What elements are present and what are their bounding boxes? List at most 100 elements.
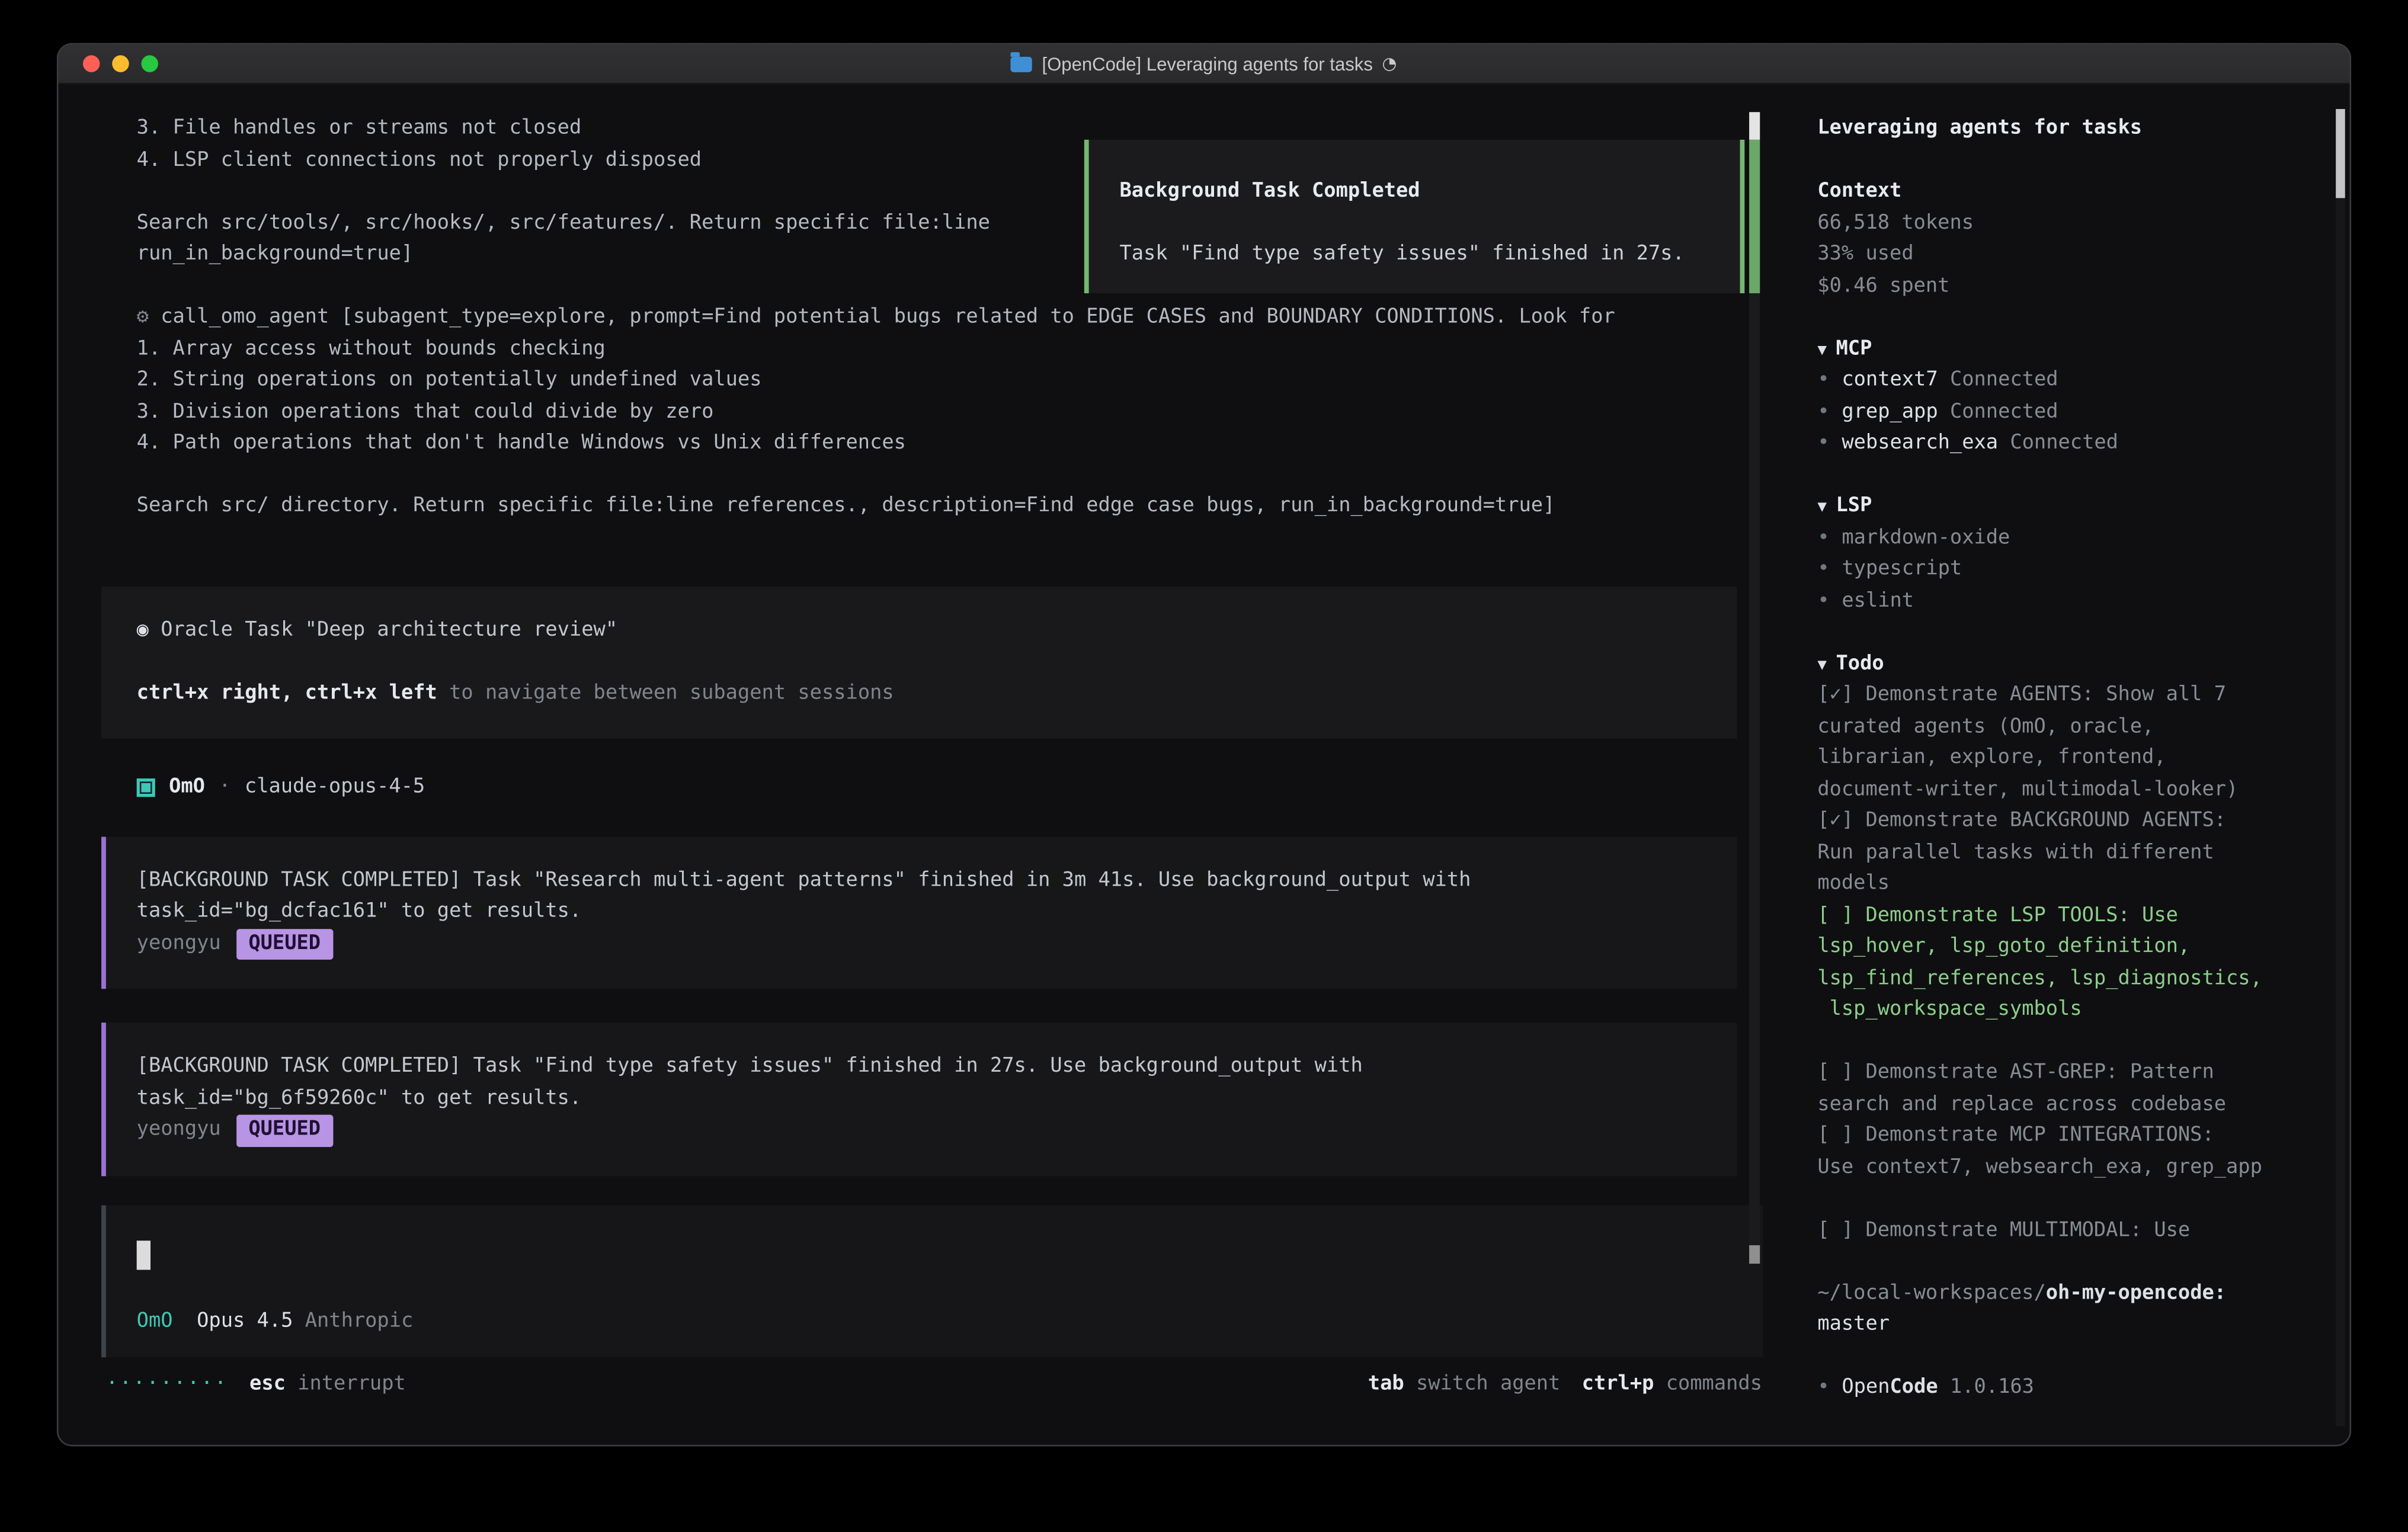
mcp-heading: MCP — [1836, 337, 1872, 360]
mcp-section-header[interactable]: ▼MCP — [1817, 334, 2328, 366]
desktop: [OpenCode] Leveraging agents for tasks ◔… — [0, 0, 2408, 1532]
mcp-name: grep_app — [1842, 400, 1938, 423]
toast-body: Task "Find type safety issues" finished … — [1119, 239, 1715, 271]
workspace-path: ~/local-workspaces/oh-my-opencode: — [1817, 1278, 2328, 1310]
context-spent: $0.46 spent — [1817, 271, 2328, 302]
queued-badge: QUEUED — [236, 928, 333, 960]
todo-heading: Todo — [1836, 652, 1884, 675]
app-name-regular: Open — [1842, 1376, 1890, 1399]
oracle-hint: to navigate between subagent sessions — [437, 681, 894, 704]
bullet-icon: • — [1817, 400, 1829, 423]
scrollbar-thumb[interactable] — [2336, 109, 2345, 198]
message-meta: yeongyu QUEUED — [137, 928, 1737, 960]
tool-call-item: 4. Path operations that don't handle Win… — [137, 428, 1792, 460]
separator-dot: · — [219, 773, 230, 804]
input-line[interactable] — [137, 1240, 1763, 1274]
window-title: [OpenCode] Leveraging agents for tasks — [1042, 53, 1372, 74]
background-task-message: [BACKGROUND TASK COMPLETED] Task "Find t… — [101, 1023, 1737, 1175]
window-content: 3. File handles or streams not closed 4.… — [58, 85, 2349, 1447]
workspace-path-prefix: ~/local-workspaces/ — [1817, 1281, 2045, 1305]
oracle-hint-line: ctrl+x right, ctrl+x left to navigate be… — [137, 678, 1737, 709]
tab-key-hint: tab — [1368, 1373, 1404, 1396]
lsp-name: eslint — [1842, 589, 1914, 612]
tool-call-header: ⚙ call_omo_agent [subagent_type=explore,… — [137, 303, 1792, 334]
folder-icon — [1011, 56, 1033, 72]
mcp-item: •grep_app Connected — [1817, 397, 2328, 428]
progress-circle-icon: ◔ — [1382, 54, 1397, 74]
gear-icon: ⚙ — [137, 306, 149, 329]
mcp-item: •context7 Connected — [1817, 366, 2328, 397]
lsp-item: •markdown-oxide — [1817, 523, 2328, 555]
workspace-branch: master — [1817, 1310, 2328, 1341]
mcp-name: context7 — [1842, 368, 1938, 392]
queued-badge: QUEUED — [236, 1115, 333, 1146]
oracle-keybinding: ctrl+x right, ctrl+x left — [137, 681, 437, 704]
tool-call-text: call_omo_agent [subagent_type=explore, p… — [161, 306, 1615, 329]
message-author: yeongyu — [137, 931, 221, 954]
mcp-status: Connected — [1938, 368, 2058, 392]
status-left: ·········esc interrupt — [106, 1370, 406, 1401]
todo-item-done: [✓] Demonstrate BACKGROUND AGENTS: Run p… — [1817, 806, 2328, 900]
text-cursor — [137, 1240, 150, 1269]
lsp-name: markdown-oxide — [1842, 526, 2010, 549]
message-line: [BACKGROUND TASK COMPLETED] Task "Find t… — [137, 1052, 1737, 1083]
lsp-item: •typescript — [1817, 555, 2328, 586]
session-title: Leveraging agents for tasks — [1817, 114, 2328, 145]
todo-item-active: [ ] Demonstrate LSP TOOLS: Use lsp_hover… — [1817, 900, 2328, 1027]
spinner-dots: ········· — [106, 1373, 228, 1396]
mcp-status: Connected — [1998, 431, 2118, 454]
chevron-down-icon: ▼ — [1817, 499, 1827, 516]
scrollbar-thumb[interactable] — [1749, 112, 1760, 140]
context-used: 33% used — [1817, 239, 2328, 271]
agent-header: OmO · claude-opus-4-5 — [137, 773, 1792, 804]
message-line: task_id="bg_6f59260c" to get results. — [137, 1084, 1737, 1115]
terminal-scrollbar[interactable] — [1749, 112, 1760, 1264]
ctrlp-key-hint: ctrl+p — [1582, 1373, 1654, 1396]
traffic-lights — [58, 55, 158, 72]
minimize-button[interactable] — [112, 55, 129, 72]
todo-section-header[interactable]: ▼ Todo — [1817, 649, 2328, 680]
record-icon: ◉ — [137, 618, 149, 641]
tool-call-item: 2. String operations on potentially unde… — [137, 366, 1792, 397]
agent-name: OmO — [169, 773, 205, 804]
blank-line — [58, 460, 1791, 491]
lsp-name: typescript — [1842, 557, 1962, 581]
chevron-down-icon: ▼ — [1817, 656, 1827, 674]
context-heading: Context — [1817, 177, 2328, 208]
tool-call-footer: Search src/ directory. Return specific f… — [137, 491, 1792, 523]
bullet-icon: • — [1817, 431, 1829, 454]
window-title-area: [OpenCode] Leveraging agents for tasks ◔ — [58, 44, 2349, 83]
message-author: yeongyu — [137, 1118, 221, 1141]
oracle-title-line: ◉ Oracle Task "Deep architecture review" — [137, 615, 1737, 646]
context-tokens: 66,518 tokens — [1817, 208, 2328, 239]
zoom-button[interactable] — [141, 55, 158, 72]
sidebar: Leveraging agents for tasks Context 66,5… — [1791, 85, 2349, 1447]
scrollbar-thumb-bottom[interactable] — [1749, 1245, 1760, 1264]
agent-model: claude-opus-4-5 — [245, 773, 425, 804]
status-bar: ·········esc interrupt tab switch agent c… — [106, 1370, 1762, 1401]
tab-key-label: switch agent — [1404, 1373, 1561, 1396]
terminal-panel: 3. File handles or streams not closed 4.… — [58, 85, 1791, 1447]
mcp-name: websearch_exa — [1842, 431, 1998, 454]
app-name-bold: Code — [1890, 1376, 1938, 1399]
lsp-heading: LSP — [1836, 495, 1872, 518]
todo-item-pending: [ ] Demonstrate AST-GREP: Pattern search… — [1817, 1058, 2328, 1121]
status-right: tab switch agentctrl+p commands — [1368, 1370, 1762, 1401]
sidebar-scrollbar[interactable] — [2336, 109, 2345, 1427]
oracle-title: Oracle Task "Deep architecture review" — [161, 618, 617, 641]
close-button[interactable] — [83, 55, 100, 72]
scrollbar-toast-accent — [1749, 140, 1760, 293]
prompt-input[interactable]: OmO Opus 4.5 Anthropic — [101, 1204, 1763, 1357]
bullet-icon: • — [1817, 1376, 1829, 1399]
message-line: task_id="bg_dcfac161" to get results. — [137, 897, 1737, 928]
blank-line — [137, 646, 1737, 678]
lsp-section-header[interactable]: ▼ LSP — [1817, 491, 2328, 523]
esc-key-label: interrupt — [286, 1373, 406, 1396]
mcp-item: • websearch_exa Connected — [1817, 428, 2328, 460]
toast-title: Background Task Completed — [1119, 177, 1715, 208]
active-agent-name: OmO — [137, 1309, 173, 1332]
titlebar: [OpenCode] Leveraging agents for tasks ◔ — [58, 44, 2349, 84]
tool-call-item: 3. Division operations that could divide… — [137, 397, 1792, 428]
active-provider-name: Anthropic — [305, 1309, 414, 1332]
tool-call-item: 1. Array access without bounds checking — [137, 334, 1792, 366]
